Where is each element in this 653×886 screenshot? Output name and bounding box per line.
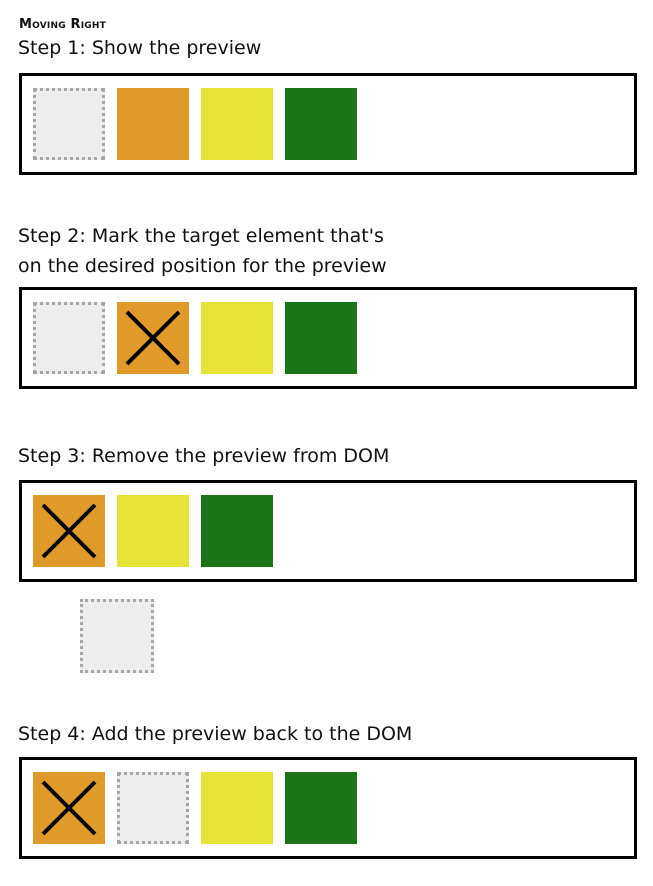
step-2-container <box>19 287 637 389</box>
green-tile <box>285 302 357 374</box>
step-1-title-line-1: Step 1: Show the preview <box>18 37 262 59</box>
preview-tile <box>117 772 189 844</box>
step-2-title: Step 2: Mark the target element that's o… <box>18 221 387 281</box>
step-2-title-line-1: Step 2: Mark the target element that's <box>18 225 384 247</box>
yellow-tile <box>117 495 189 567</box>
orange-tile <box>117 302 189 374</box>
step-3-title-line-1: Step 3: Remove the preview from DOM <box>18 445 390 467</box>
yellow-tile <box>201 88 273 160</box>
step-2-title-line-2: on the desired position for the preview <box>18 255 387 277</box>
preview-tile <box>33 302 105 374</box>
step-3-title: Step 3: Remove the preview from DOM <box>18 441 389 471</box>
step-4-title-line-1: Step 4: Add the preview back to the DOM <box>18 723 413 745</box>
step-3-container <box>19 480 637 582</box>
green-tile <box>201 495 273 567</box>
x-mark-icon <box>41 503 97 559</box>
orange-tile <box>117 88 189 160</box>
green-tile <box>285 772 357 844</box>
step-4-title: Step 4: Add the preview back to the DOM <box>18 719 412 749</box>
green-tile <box>285 88 357 160</box>
detached-preview-tile <box>80 599 154 673</box>
orange-tile <box>33 495 105 567</box>
preview-tile <box>33 88 105 160</box>
yellow-tile <box>201 772 273 844</box>
step-4-container <box>19 757 637 859</box>
yellow-tile <box>201 302 273 374</box>
step-1-container <box>19 73 637 175</box>
orange-tile <box>33 772 105 844</box>
diagram-heading: Moving Right <box>19 17 106 32</box>
x-mark-icon <box>125 310 181 366</box>
x-mark-icon <box>41 780 97 836</box>
step-1-title: Step 1: Show the preview <box>18 33 261 63</box>
